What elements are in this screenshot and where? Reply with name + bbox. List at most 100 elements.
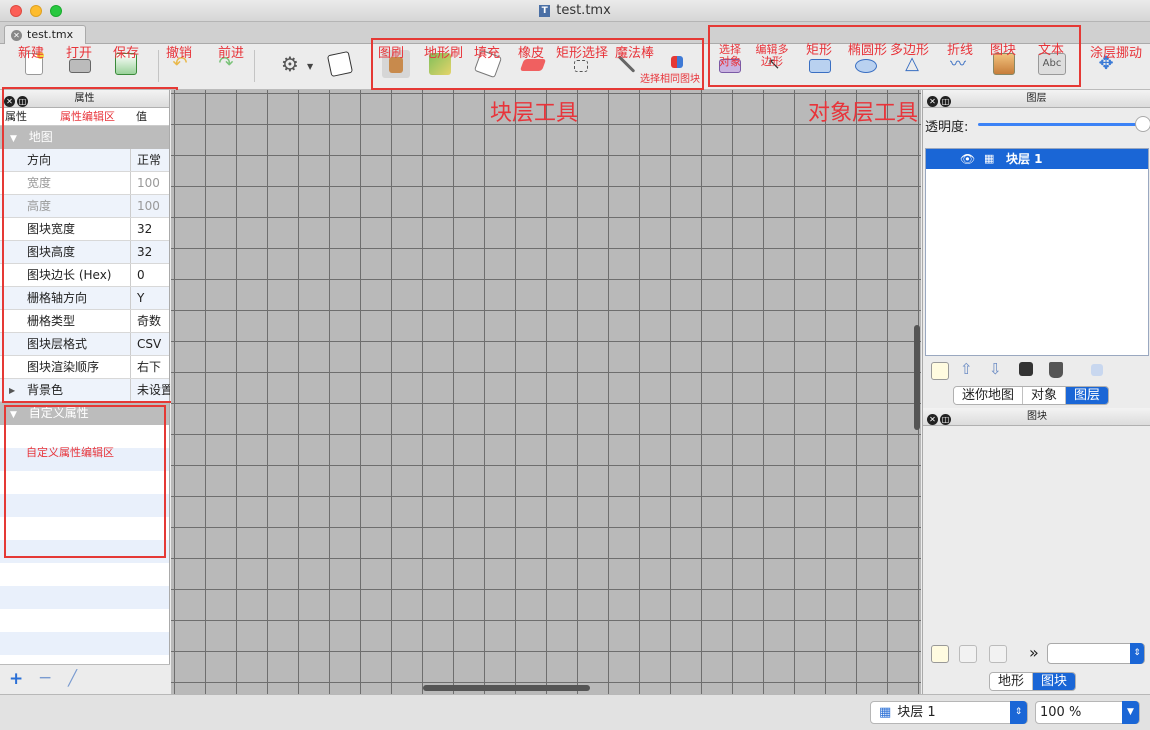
disclosure-triangle-icon[interactable]: ▶: [9, 379, 15, 402]
gears-icon: ⚙: [281, 52, 299, 76]
duplicate-layer-icon[interactable]: [1019, 362, 1033, 376]
window-zoom-button[interactable]: [50, 5, 62, 17]
property-row[interactable]: 图块高度 32: [0, 241, 169, 264]
custom-properties-group-header[interactable]: ▼ 自定义属性: [0, 402, 169, 425]
close-icon[interactable]: ✕: [927, 414, 938, 425]
map-canvas[interactable]: [171, 90, 921, 694]
add-property-icon[interactable]: +: [9, 669, 23, 689]
property-value[interactable]: 右下: [137, 356, 170, 379]
export-tileset-icon[interactable]: [989, 645, 1007, 663]
new-tileset-icon[interactable]: [931, 645, 949, 663]
property-value[interactable]: 0: [137, 264, 170, 287]
more-button[interactable]: »: [1029, 643, 1039, 662]
eye-icon[interactable]: 👁: [960, 149, 975, 169]
property-key: 图块宽度: [27, 218, 131, 240]
property-value[interactable]: 奇数: [137, 310, 170, 333]
property-row[interactable]: 图块渲染顺序 右下: [0, 356, 169, 379]
property-row[interactable]: 栅格类型 奇数: [0, 310, 169, 333]
property-row[interactable]: 方向 正常: [0, 149, 169, 172]
property-value[interactable]: 未设置: [137, 379, 170, 402]
layer-properties-icon[interactable]: [1091, 364, 1103, 376]
property-key: 栅格类型: [27, 310, 131, 332]
property-row[interactable]: 图块边长 (Hex) 0: [0, 264, 169, 287]
property-value[interactable]: 32: [137, 241, 170, 264]
stamp-label: 图刷: [378, 46, 405, 61]
remove-property-icon[interactable]: −: [38, 668, 52, 688]
grid-icon: ▦: [879, 705, 892, 720]
value-column-header[interactable]: 值: [136, 108, 147, 126]
tab-tilesets[interactable]: 图块: [1033, 673, 1076, 690]
layer-list: 👁 ▦ 块层 1: [925, 148, 1149, 356]
custom-property-row: [0, 563, 169, 586]
zoom-select[interactable]: 100 % ▼: [1035, 701, 1140, 724]
tab-minimap[interactable]: 迷你地图: [954, 387, 1024, 404]
edit-polygon-label: 编辑多边形: [755, 43, 789, 68]
tileset-selector[interactable]: ⇕: [1047, 643, 1145, 664]
opacity-slider-knob[interactable]: [1135, 116, 1150, 132]
add-layer-icon[interactable]: [931, 362, 949, 380]
property-key: 宽度: [27, 172, 131, 194]
fill-label: 填充: [474, 46, 501, 61]
rectangle-icon: [809, 59, 831, 73]
window-close-button[interactable]: [10, 5, 22, 17]
property-key: 图块边长 (Hex): [27, 264, 131, 286]
trash-icon[interactable]: [1049, 362, 1063, 378]
property-value[interactable]: Y: [137, 287, 170, 310]
layer-actions: ⇧ ⇩: [923, 358, 1150, 382]
property-row[interactable]: 宽度 100: [0, 172, 169, 195]
tileset-view[interactable]: [923, 427, 1150, 639]
custom-property-row: [0, 586, 169, 609]
rename-property-icon[interactable]: ╱: [68, 669, 77, 687]
tilesets-dock-tabs: 地形 图块: [989, 672, 1077, 691]
document-tab[interactable]: ✕ test.tmx: [4, 25, 86, 44]
tab-objects[interactable]: 对象: [1023, 387, 1067, 404]
terrain-label: 地形刷: [424, 46, 464, 61]
arrow-down-icon[interactable]: ⇩: [989, 360, 1002, 378]
command-button[interactable]: ⚙ ▼: [276, 50, 316, 78]
property-value[interactable]: 32: [137, 218, 170, 241]
chevron-down-icon: ▼: [307, 62, 314, 71]
ellipse-icon: [855, 59, 877, 73]
property-row[interactable]: 高度 100: [0, 195, 169, 218]
import-tileset-icon[interactable]: [959, 645, 977, 663]
map-group-header[interactable]: ▼ 地图: [0, 126, 169, 149]
property-key: 图块高度: [27, 241, 131, 263]
map-group-label: 地图: [28, 130, 53, 144]
property-row[interactable]: 图块宽度 32: [0, 218, 169, 241]
close-icon[interactable]: ✕: [11, 30, 22, 41]
opacity-slider[interactable]: [978, 116, 1150, 132]
close-icon[interactable]: ✕: [4, 96, 15, 107]
property-value[interactable]: 正常: [137, 149, 170, 172]
chevron-updown-icon: ⇕: [1010, 701, 1027, 724]
custom-property-row: [0, 517, 169, 540]
float-icon[interactable]: ◫: [17, 96, 28, 107]
tab-terrain[interactable]: 地形: [990, 673, 1034, 690]
custom-property-row: [0, 494, 169, 517]
chevron-updown-icon: ⇕: [1130, 643, 1144, 664]
tab-layers[interactable]: 图层: [1066, 387, 1109, 404]
document-icon: T: [539, 4, 551, 17]
custom-property-row: [0, 540, 169, 563]
float-icon[interactable]: ◫: [940, 96, 951, 107]
properties-panel-title-bar: ✕ ◫ 属性: [0, 90, 169, 108]
property-column-header[interactable]: 属性: [5, 108, 27, 126]
vertical-scrollbar[interactable]: [914, 325, 920, 430]
float-icon[interactable]: ◫: [940, 414, 951, 425]
layer-name: 块层 1: [1006, 152, 1043, 166]
property-row[interactable]: 图块层格式 CSV: [0, 333, 169, 356]
close-icon[interactable]: ✕: [927, 96, 938, 107]
property-value[interactable]: CSV: [137, 333, 170, 356]
horizontal-scrollbar[interactable]: [423, 685, 590, 691]
property-row[interactable]: ▶ 背景色 未设置: [0, 379, 170, 402]
document-tab-bar: ✕ test.tmx: [0, 22, 1150, 44]
disclosure-triangle-icon: ▼: [10, 134, 17, 144]
arrow-up-icon[interactable]: ⇧: [960, 360, 973, 378]
tile-layer-tools-annotation: 块层工具: [490, 101, 579, 126]
layer-row[interactable]: 👁 ▦ 块层 1: [926, 149, 1148, 169]
random-mode-button[interactable]: [326, 50, 354, 78]
window-minimize-button[interactable]: [30, 5, 42, 17]
ellipse-label: 椭圆形: [848, 43, 888, 58]
current-layer-select[interactable]: ▦ 块层 1 ⇕: [870, 701, 1028, 724]
undo-label: 撤销: [166, 46, 193, 61]
property-row[interactable]: 栅格轴方向 Y: [0, 287, 169, 310]
